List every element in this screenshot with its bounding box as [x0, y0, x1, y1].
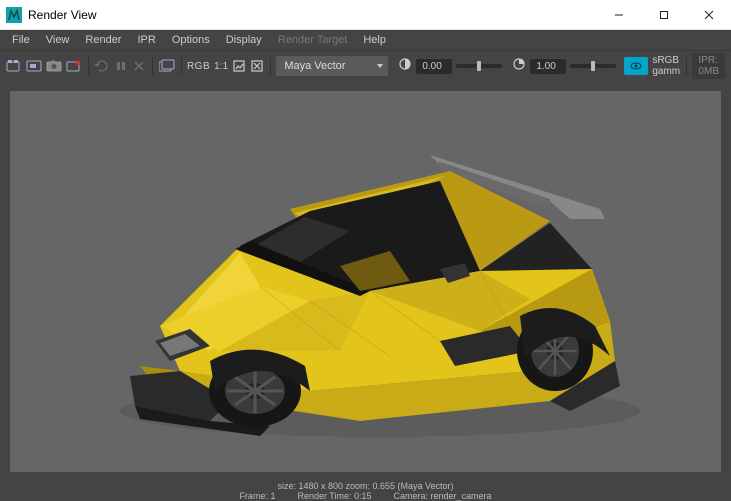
menu-view[interactable]: View: [38, 32, 78, 48]
gamma-controls: 1.00: [512, 57, 616, 76]
exposure-controls: 0.00: [398, 57, 502, 76]
window-title: Render View: [28, 8, 96, 22]
gamma-value[interactable]: 1.00: [530, 59, 566, 74]
chevron-down-icon: [376, 62, 384, 70]
menu-ipr[interactable]: IPR: [129, 32, 163, 48]
titlebar: Render View: [0, 0, 731, 30]
exposure-icon: [398, 57, 412, 76]
close-button[interactable]: [686, 0, 731, 30]
redo-render-button[interactable]: [6, 56, 22, 76]
color-management-toggle[interactable]: [624, 57, 648, 75]
rgb-label: RGB: [187, 61, 210, 72]
menubar: File View Render IPR Options Display Ren…: [0, 30, 731, 50]
renderer-dropdown[interactable]: Maya Vector: [276, 56, 388, 76]
exposure-slider[interactable]: [456, 64, 502, 68]
render-viewport[interactable]: [10, 91, 721, 472]
pause-ipr-button: [114, 56, 128, 76]
menu-file[interactable]: File: [4, 32, 38, 48]
maximize-button[interactable]: [641, 0, 686, 30]
keep-image-button[interactable]: [232, 56, 246, 76]
statusbar: size: 1480 x 800 zoom: 0.655 (Maya Vecto…: [0, 482, 731, 501]
exposure-value[interactable]: 0.00: [416, 59, 452, 74]
minimize-button[interactable]: [596, 0, 641, 30]
render-region-button[interactable]: [26, 56, 42, 76]
ratio-label: 1:1: [214, 61, 228, 72]
status-render-time: Render Time: 0:15: [297, 492, 371, 501]
toolbar: RGB 1:1 Maya Vector 0.00 1.00 sRGB gamm …: [0, 50, 731, 81]
ipr-render-button[interactable]: [66, 56, 82, 76]
gamma-icon: [512, 57, 526, 76]
gamma-slider[interactable]: [570, 64, 616, 68]
menu-render-target: Render Target: [270, 32, 356, 48]
render-sequence-button[interactable]: [159, 56, 175, 76]
menu-render[interactable]: Render: [77, 32, 129, 48]
menu-help[interactable]: Help: [355, 32, 394, 48]
rendered-image: [10, 91, 721, 472]
ipr-memory-label: IPR: 0MB: [692, 53, 725, 79]
status-camera: Camera: render_camera: [394, 492, 492, 501]
snapshot-button[interactable]: [46, 56, 62, 76]
refresh-ipr-button: [94, 56, 110, 76]
close-ipr-button: [132, 56, 146, 76]
status-frame: Frame: 1: [239, 492, 275, 501]
menu-options[interactable]: Options: [164, 32, 218, 48]
menu-display[interactable]: Display: [218, 32, 270, 48]
remove-image-button[interactable]: [250, 56, 264, 76]
color-management-label: sRGB gamm: [652, 55, 680, 77]
app-icon: [6, 7, 22, 23]
eye-icon: [630, 60, 642, 72]
viewport-container: [0, 81, 731, 482]
renderer-dropdown-label: Maya Vector: [284, 60, 345, 72]
